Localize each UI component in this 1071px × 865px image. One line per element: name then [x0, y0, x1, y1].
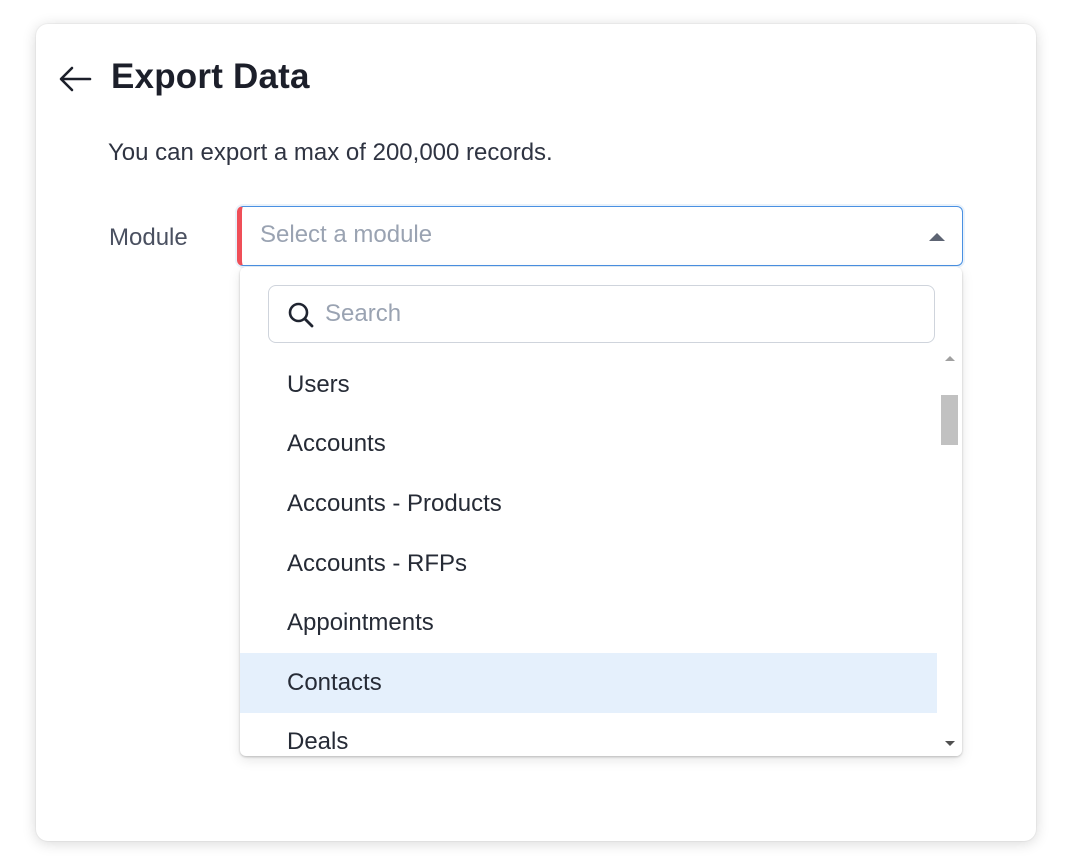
export-data-card: Export Data You can export a max of 200,… [36, 24, 1036, 841]
scrollbar[interactable] [937, 347, 962, 756]
module-options-list: Users Accounts Accounts - Products Accounts… [240, 355, 937, 756]
module-option[interactable]: Contacts [240, 652, 937, 713]
module-option[interactable]: Deals [240, 713, 937, 756]
page-title: Export Data [111, 57, 310, 96]
back-button[interactable] [56, 62, 94, 96]
module-option[interactable]: Accounts [240, 415, 937, 475]
export-limit-text: You can export a max of 200,000 records. [108, 139, 553, 166]
module-option[interactable]: Accounts - RFPs [240, 534, 937, 594]
module-select-placeholder: Select a module [260, 221, 433, 248]
module-dropdown: UsersAccountsAccounts - ProductsAccounts… [240, 267, 962, 756]
scroll-down-button[interactable] [937, 734, 962, 752]
scrollbar-thumb[interactable] [941, 395, 958, 445]
scroll-up-arrow-icon [944, 355, 955, 361]
arrow-left-icon [59, 66, 92, 92]
module-label: Module [109, 224, 188, 251]
scroll-down-arrow-icon [944, 740, 955, 746]
module-option[interactable]: Accounts - Products [240, 474, 937, 534]
module-select[interactable]: Select a module [237, 206, 963, 266]
caret-up-icon[interactable] [928, 231, 946, 242]
module-option[interactable]: Users [240, 355, 937, 415]
search-icon [288, 302, 314, 328]
module-option[interactable]: Appointments [240, 593, 937, 653]
module-search-input[interactable] [325, 286, 915, 342]
scroll-up-button[interactable] [937, 349, 962, 367]
module-search-box[interactable] [268, 285, 935, 343]
